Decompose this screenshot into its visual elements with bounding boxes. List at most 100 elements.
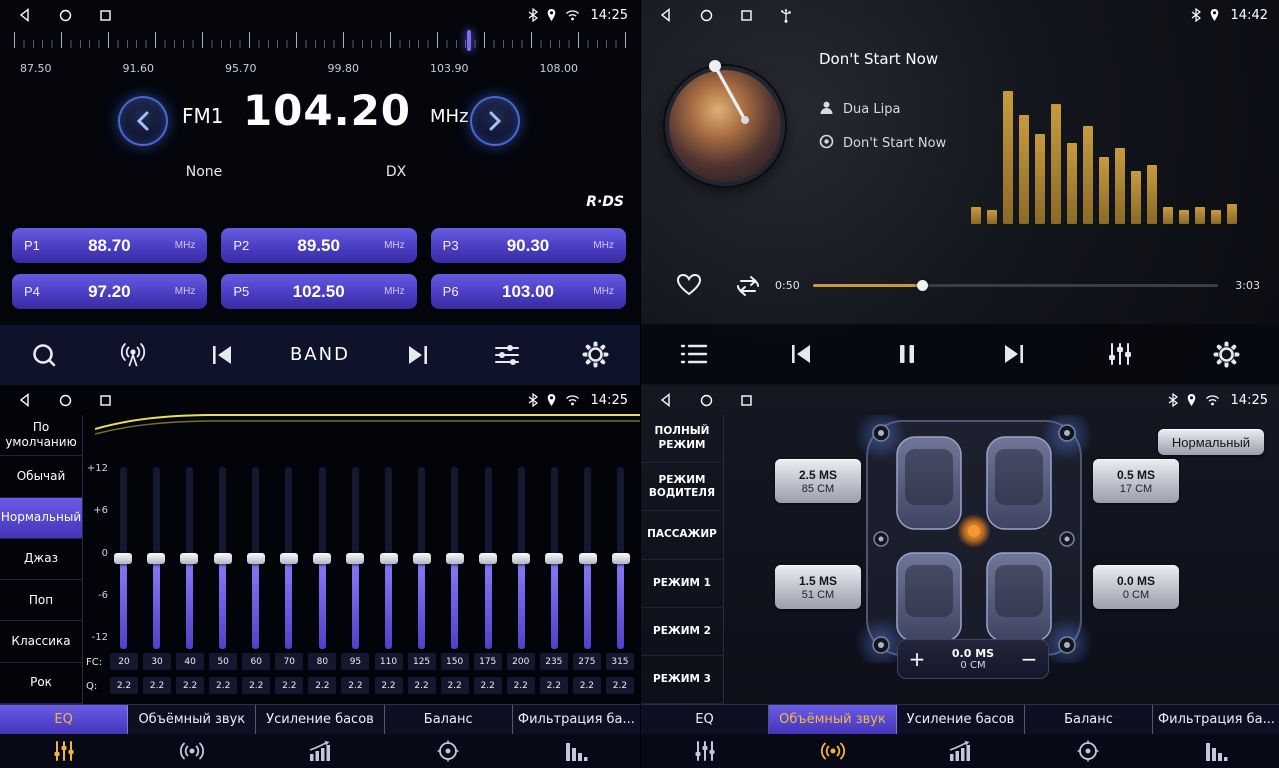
back-button[interactable]: [18, 8, 32, 22]
listening-mode-item-4[interactable]: РЕЖИМ 2: [641, 608, 723, 656]
eq-slider-handle[interactable]: [446, 553, 464, 564]
eq-band-slider-6[interactable]: [311, 467, 333, 649]
front-right-delay-button[interactable]: 0.5 MS 17 CM: [1093, 459, 1179, 503]
eq-band-slider-10[interactable]: [444, 467, 466, 649]
eq-band-slider-0[interactable]: [112, 467, 134, 649]
eq-slider-handle[interactable]: [180, 553, 198, 564]
eq-slider-handle[interactable]: [612, 553, 630, 564]
eq-preset-item-4[interactable]: Поп: [0, 580, 82, 621]
surround-tab-icon[interactable]: [769, 734, 897, 768]
audio-tab-1[interactable]: Объёмный звук: [128, 705, 256, 734]
eq-preset-item-6[interactable]: Рок: [0, 663, 82, 704]
eq-preset-item-5[interactable]: Классика: [0, 621, 82, 662]
balance-tab-icon[interactable]: [1024, 734, 1152, 768]
frequency-ruler[interactable]: 87.5091.6095.7099.80103.90108.00: [0, 32, 640, 84]
settings-gear-button[interactable]: [1206, 341, 1248, 368]
audio-tab-2[interactable]: Усиление басов: [256, 705, 384, 734]
back-button[interactable]: [659, 393, 673, 407]
home-button[interactable]: [700, 9, 713, 22]
audio-tab-0[interactable]: EQ: [0, 705, 128, 734]
frequency-pointer[interactable]: [467, 30, 471, 51]
eq-slider-handle[interactable]: [247, 553, 265, 564]
eq-band-slider-4[interactable]: [245, 467, 267, 649]
back-button[interactable]: [18, 393, 32, 407]
eq-band-slider-1[interactable]: [145, 467, 167, 649]
eq-preset-item-3[interactable]: Джаз: [0, 539, 82, 580]
eq-slider-handle[interactable]: [214, 553, 232, 564]
front-left-delay-button[interactable]: 2.5 MS 85 CM: [775, 459, 861, 503]
bass-boost-tab-icon[interactable]: [897, 734, 1025, 768]
audio-tab-0[interactable]: EQ: [641, 705, 769, 734]
eq-preset-item-2[interactable]: Нормальный: [0, 498, 82, 539]
rear-left-delay-button[interactable]: 1.5 MS 51 CM: [775, 565, 861, 609]
eq-slider-handle[interactable]: [346, 553, 364, 564]
next-station-button[interactable]: [397, 343, 439, 367]
audio-tab-4[interactable]: Фильтрация ба...: [1153, 705, 1279, 734]
increase-delay-button[interactable]: +: [898, 647, 936, 671]
tune-up-button[interactable]: [470, 96, 520, 146]
eq-band-slider-12[interactable]: [510, 467, 532, 649]
settings-gear-button[interactable]: [574, 341, 616, 368]
listening-mode-item-5[interactable]: РЕЖИМ 3: [641, 656, 723, 704]
recents-button[interactable]: [740, 394, 753, 407]
recents-button[interactable]: [99, 394, 112, 407]
home-button[interactable]: [700, 394, 713, 407]
preset-button-p1[interactable]: P188.70MHz: [12, 228, 207, 263]
preset-button-p6[interactable]: P6103.00MHz: [431, 274, 626, 309]
broadcast-button[interactable]: [112, 342, 154, 368]
eq-band-slider-3[interactable]: [212, 467, 234, 649]
surround-tab-icon[interactable]: [128, 734, 256, 768]
equalizer-button[interactable]: [1099, 342, 1141, 366]
decrease-delay-button[interactable]: −: [1010, 647, 1048, 671]
eq-tab-icon[interactable]: [0, 734, 128, 768]
eq-band-slider-13[interactable]: [543, 467, 565, 649]
eq-slider-handle[interactable]: [380, 553, 398, 564]
playlist-button[interactable]: [673, 342, 715, 366]
back-button[interactable]: [659, 8, 673, 22]
eq-band-slider-7[interactable]: [344, 467, 366, 649]
home-button[interactable]: [59, 394, 72, 407]
bass-boost-tab-icon[interactable]: [256, 734, 384, 768]
eq-band-slider-9[interactable]: [411, 467, 433, 649]
listening-mode-item-3[interactable]: РЕЖИМ 1: [641, 560, 723, 608]
seek-bar[interactable]: [813, 284, 1218, 287]
eq-preset-item-0[interactable]: По умолчанию: [0, 415, 82, 456]
audio-settings-button[interactable]: [486, 343, 528, 367]
eq-band-slider-11[interactable]: [477, 467, 499, 649]
eq-slider-handle[interactable]: [147, 553, 165, 564]
preset-button-p2[interactable]: P289.50MHz: [221, 228, 416, 263]
eq-band-slider-8[interactable]: [378, 467, 400, 649]
eq-slider-handle[interactable]: [313, 553, 331, 564]
eq-slider-handle[interactable]: [545, 553, 563, 564]
recents-button[interactable]: [99, 9, 112, 22]
home-button[interactable]: [59, 9, 72, 22]
listening-mode-item-1[interactable]: РЕЖИМ ВОДИТЕЛЯ: [641, 463, 723, 511]
eq-slider-handle[interactable]: [114, 553, 132, 564]
eq-slider-handle[interactable]: [579, 553, 597, 564]
pause-button[interactable]: [886, 342, 928, 366]
prev-station-button[interactable]: [201, 343, 243, 367]
listening-mode-item-2[interactable]: ПАССАЖИР: [641, 511, 723, 559]
preset-button-p3[interactable]: P390.30MHz: [431, 228, 626, 263]
eq-band-slider-15[interactable]: [610, 467, 632, 649]
eq-band-slider-5[interactable]: [278, 467, 300, 649]
eq-preset-item-1[interactable]: Обычай: [0, 456, 82, 497]
recents-button[interactable]: [740, 9, 753, 22]
preset-button-p5[interactable]: P5102.50MHz: [221, 274, 416, 309]
filter-tab-icon[interactable]: [512, 734, 640, 768]
preset-button-p4[interactable]: P497.20MHz: [12, 274, 207, 309]
eq-slider-handle[interactable]: [512, 553, 530, 564]
scan-button[interactable]: [23, 342, 65, 368]
eq-slider-handle[interactable]: [280, 553, 298, 564]
audio-tab-3[interactable]: Баланс: [385, 705, 513, 734]
audio-tab-2[interactable]: Усиление басов: [897, 705, 1025, 734]
band-button[interactable]: BAND: [290, 344, 350, 365]
eq-band-slider-14[interactable]: [577, 467, 599, 649]
sound-profile-button[interactable]: Нормальный: [1158, 429, 1264, 455]
eq-slider-handle[interactable]: [479, 553, 497, 564]
previous-track-button[interactable]: [780, 342, 822, 366]
eq-tab-icon[interactable]: [641, 734, 769, 768]
audio-tab-4[interactable]: Фильтрация ба...: [513, 705, 640, 734]
tune-down-button[interactable]: [118, 96, 168, 146]
audio-tab-3[interactable]: Баланс: [1025, 705, 1153, 734]
